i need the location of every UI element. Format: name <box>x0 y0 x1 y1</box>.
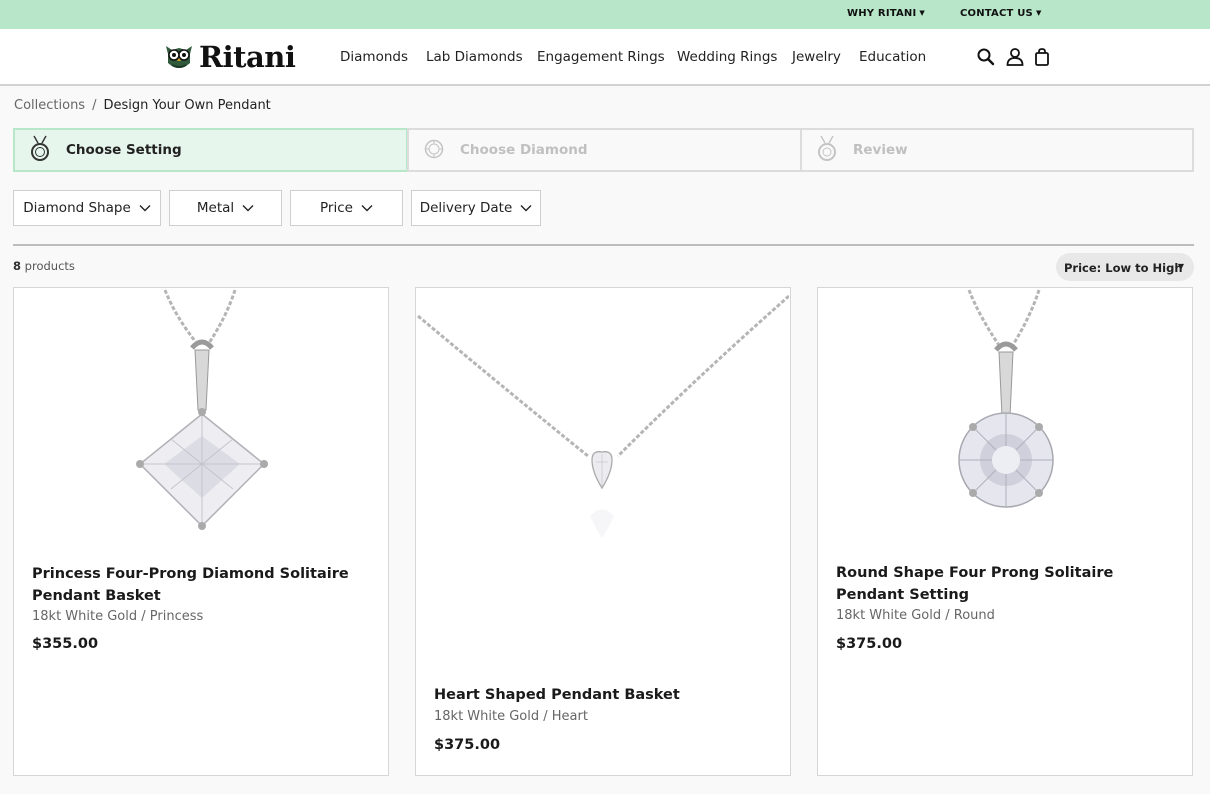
round-pendant-image[interactable] <box>818 288 1191 538</box>
ritani-logo[interactable]: Ritani <box>163 40 296 74</box>
nav-jewelry[interactable]: Jewelry <box>792 49 841 65</box>
search-icon[interactable] <box>976 47 996 67</box>
breadcrumb-current: Design Your Own Pendant <box>103 98 271 113</box>
product-count-number: 8 <box>13 259 22 273</box>
chevron-down-icon <box>520 205 532 212</box>
filter-label: Price <box>320 200 353 216</box>
nav-diamonds[interactable]: Diamonds <box>340 49 408 65</box>
product-count: 8 products <box>13 259 75 273</box>
caret-down-icon: ▼ <box>1177 262 1184 271</box>
filter-label: Delivery Date <box>419 200 513 216</box>
step-choose-diamond[interactable]: Choose Diamond <box>407 128 802 172</box>
product-price: $375.00 <box>434 737 501 753</box>
pendant-setting-icon <box>31 135 49 161</box>
product-title[interactable]: Round Shape Four Prong Solitaire Pendant… <box>836 562 1166 606</box>
product-variant: 18kt White Gold / Round <box>836 608 995 623</box>
heart-pendant-image[interactable] <box>416 288 789 548</box>
logo-wordmark: Ritani <box>199 40 296 74</box>
step-choose-setting[interactable]: Choose Setting <box>13 128 408 172</box>
product-card[interactable]: Round Shape Four Prong Solitaire Pendant… <box>817 287 1193 776</box>
caret-down-icon: ▼ <box>1035 9 1042 17</box>
sort-select[interactable]: Price: Low to High ▼ <box>1056 253 1194 281</box>
filter-diamond-shape[interactable]: Diamond Shape <box>13 190 161 226</box>
account-icon[interactable] <box>1005 47 1025 67</box>
sort-selected-value: Price: Low to High <box>1064 261 1183 275</box>
diamond-icon <box>424 139 444 159</box>
owl-logo-icon <box>166 46 192 68</box>
product-variant: 18kt White Gold / Heart <box>434 709 588 724</box>
chevron-down-icon <box>139 205 151 212</box>
chevron-down-icon <box>242 205 254 212</box>
caret-down-icon: ▼ <box>919 9 926 17</box>
princess-pendant-image[interactable] <box>14 288 387 538</box>
breadcrumb: Collections / Design Your Own Pendant <box>14 98 271 113</box>
pendant-review-icon <box>818 135 836 161</box>
product-variant: 18kt White Gold / Princess <box>32 609 204 624</box>
nav-education[interactable]: Education <box>859 49 926 65</box>
nav-engagement-rings[interactable]: Engagement Rings <box>537 49 665 65</box>
contact-us-label: CONTACT US <box>960 8 1033 19</box>
filter-delivery-date[interactable]: Delivery Date <box>411 190 541 226</box>
step-label: Choose Setting <box>66 142 182 158</box>
breadcrumb-separator: / <box>92 98 97 113</box>
filter-divider <box>13 244 1194 246</box>
step-label: Review <box>853 142 908 158</box>
why-ritani-menu[interactable]: WHY RITANI ▼ <box>847 8 925 19</box>
chevron-down-icon <box>361 205 373 212</box>
filter-label: Metal <box>196 200 235 216</box>
bag-icon[interactable] <box>1032 47 1052 67</box>
product-card[interactable]: Princess Four-Prong Diamond Solitaire Pe… <box>13 287 389 776</box>
product-price: $375.00 <box>836 636 903 652</box>
product-count-suffix: products <box>24 259 75 273</box>
product-card[interactable]: Heart Shaped Pendant Basket 18kt White G… <box>415 287 791 776</box>
filter-price[interactable]: Price <box>290 190 403 226</box>
product-title[interactable]: Princess Four-Prong Diamond Solitaire Pe… <box>32 563 362 607</box>
filter-label: Diamond Shape <box>23 200 131 216</box>
step-review[interactable]: Review <box>800 128 1194 172</box>
nav-lab-diamonds[interactable]: Lab Diamonds <box>426 49 523 65</box>
product-title[interactable]: Heart Shaped Pendant Basket <box>434 684 764 706</box>
contact-us-menu[interactable]: CONTACT US ▼ <box>960 8 1042 19</box>
why-ritani-label: WHY RITANI <box>847 8 917 19</box>
site-header: Ritani Diamonds Lab Diamonds Engagement … <box>0 29 1210 86</box>
filter-metal[interactable]: Metal <box>169 190 282 226</box>
step-label: Choose Diamond <box>460 142 588 158</box>
product-price: $355.00 <box>32 636 99 652</box>
breadcrumb-collections[interactable]: Collections <box>14 98 85 113</box>
utility-bar: WHY RITANI ▼ CONTACT US ▼ <box>0 0 1210 29</box>
nav-wedding-rings[interactable]: Wedding Rings <box>677 49 777 65</box>
